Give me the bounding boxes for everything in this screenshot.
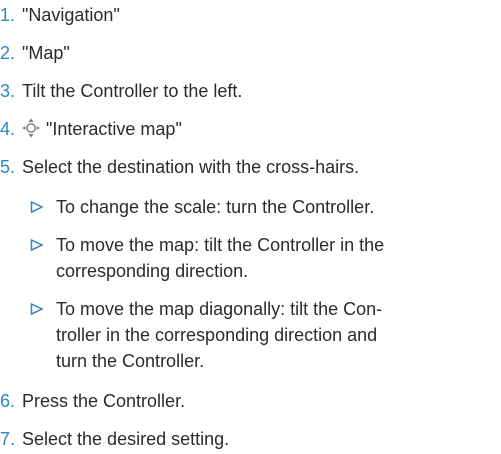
substep-3: To move the map diagonally: tilt the Con… [30,296,500,374]
substep-1: To change the scale: turn the Controller… [30,194,500,220]
substep-line: To move the map diagonally: tilt the Con… [56,299,383,319]
triangle-bullet-icon [30,194,44,220]
step-number: 3. [0,81,16,101]
step-text: Press the Controller. [22,391,186,411]
step-number: 2. [0,43,16,63]
step-number: 6. [0,391,16,411]
substep-line: troller in the corresponding direction a… [56,325,378,345]
step-text: Select the destination with the cross-ha… [22,157,360,177]
step-number: 1. [0,5,16,25]
step-number: 5. [0,157,16,177]
substep-line: To change the scale: turn the Controller… [56,197,375,217]
substep-line: corresponding direction. [56,261,249,281]
step-text: "Navigation" [22,5,120,25]
controller-icon [22,118,40,145]
step-text: Tilt the Controller to the left. [22,81,243,101]
step-text: "Map" [22,43,70,63]
step-content: "Interactive map" [22,116,182,145]
step-text: Select the desired setting. [22,429,230,449]
substep-line: To move the map: tilt the Controller in … [56,235,385,255]
triangle-bullet-icon [30,232,44,258]
substep-line: turn the Controller. [56,351,205,371]
step-number: 4. [0,119,16,139]
substep-2: To move the map: tilt the Controller in … [30,232,500,284]
instruction-document: 1. "Navigation" 2. "Map" 3. Tilt the Con… [0,0,501,454]
step-number: 7. [0,429,16,449]
triangle-bullet-icon [30,296,44,322]
step-text: "Interactive map" [46,119,182,139]
